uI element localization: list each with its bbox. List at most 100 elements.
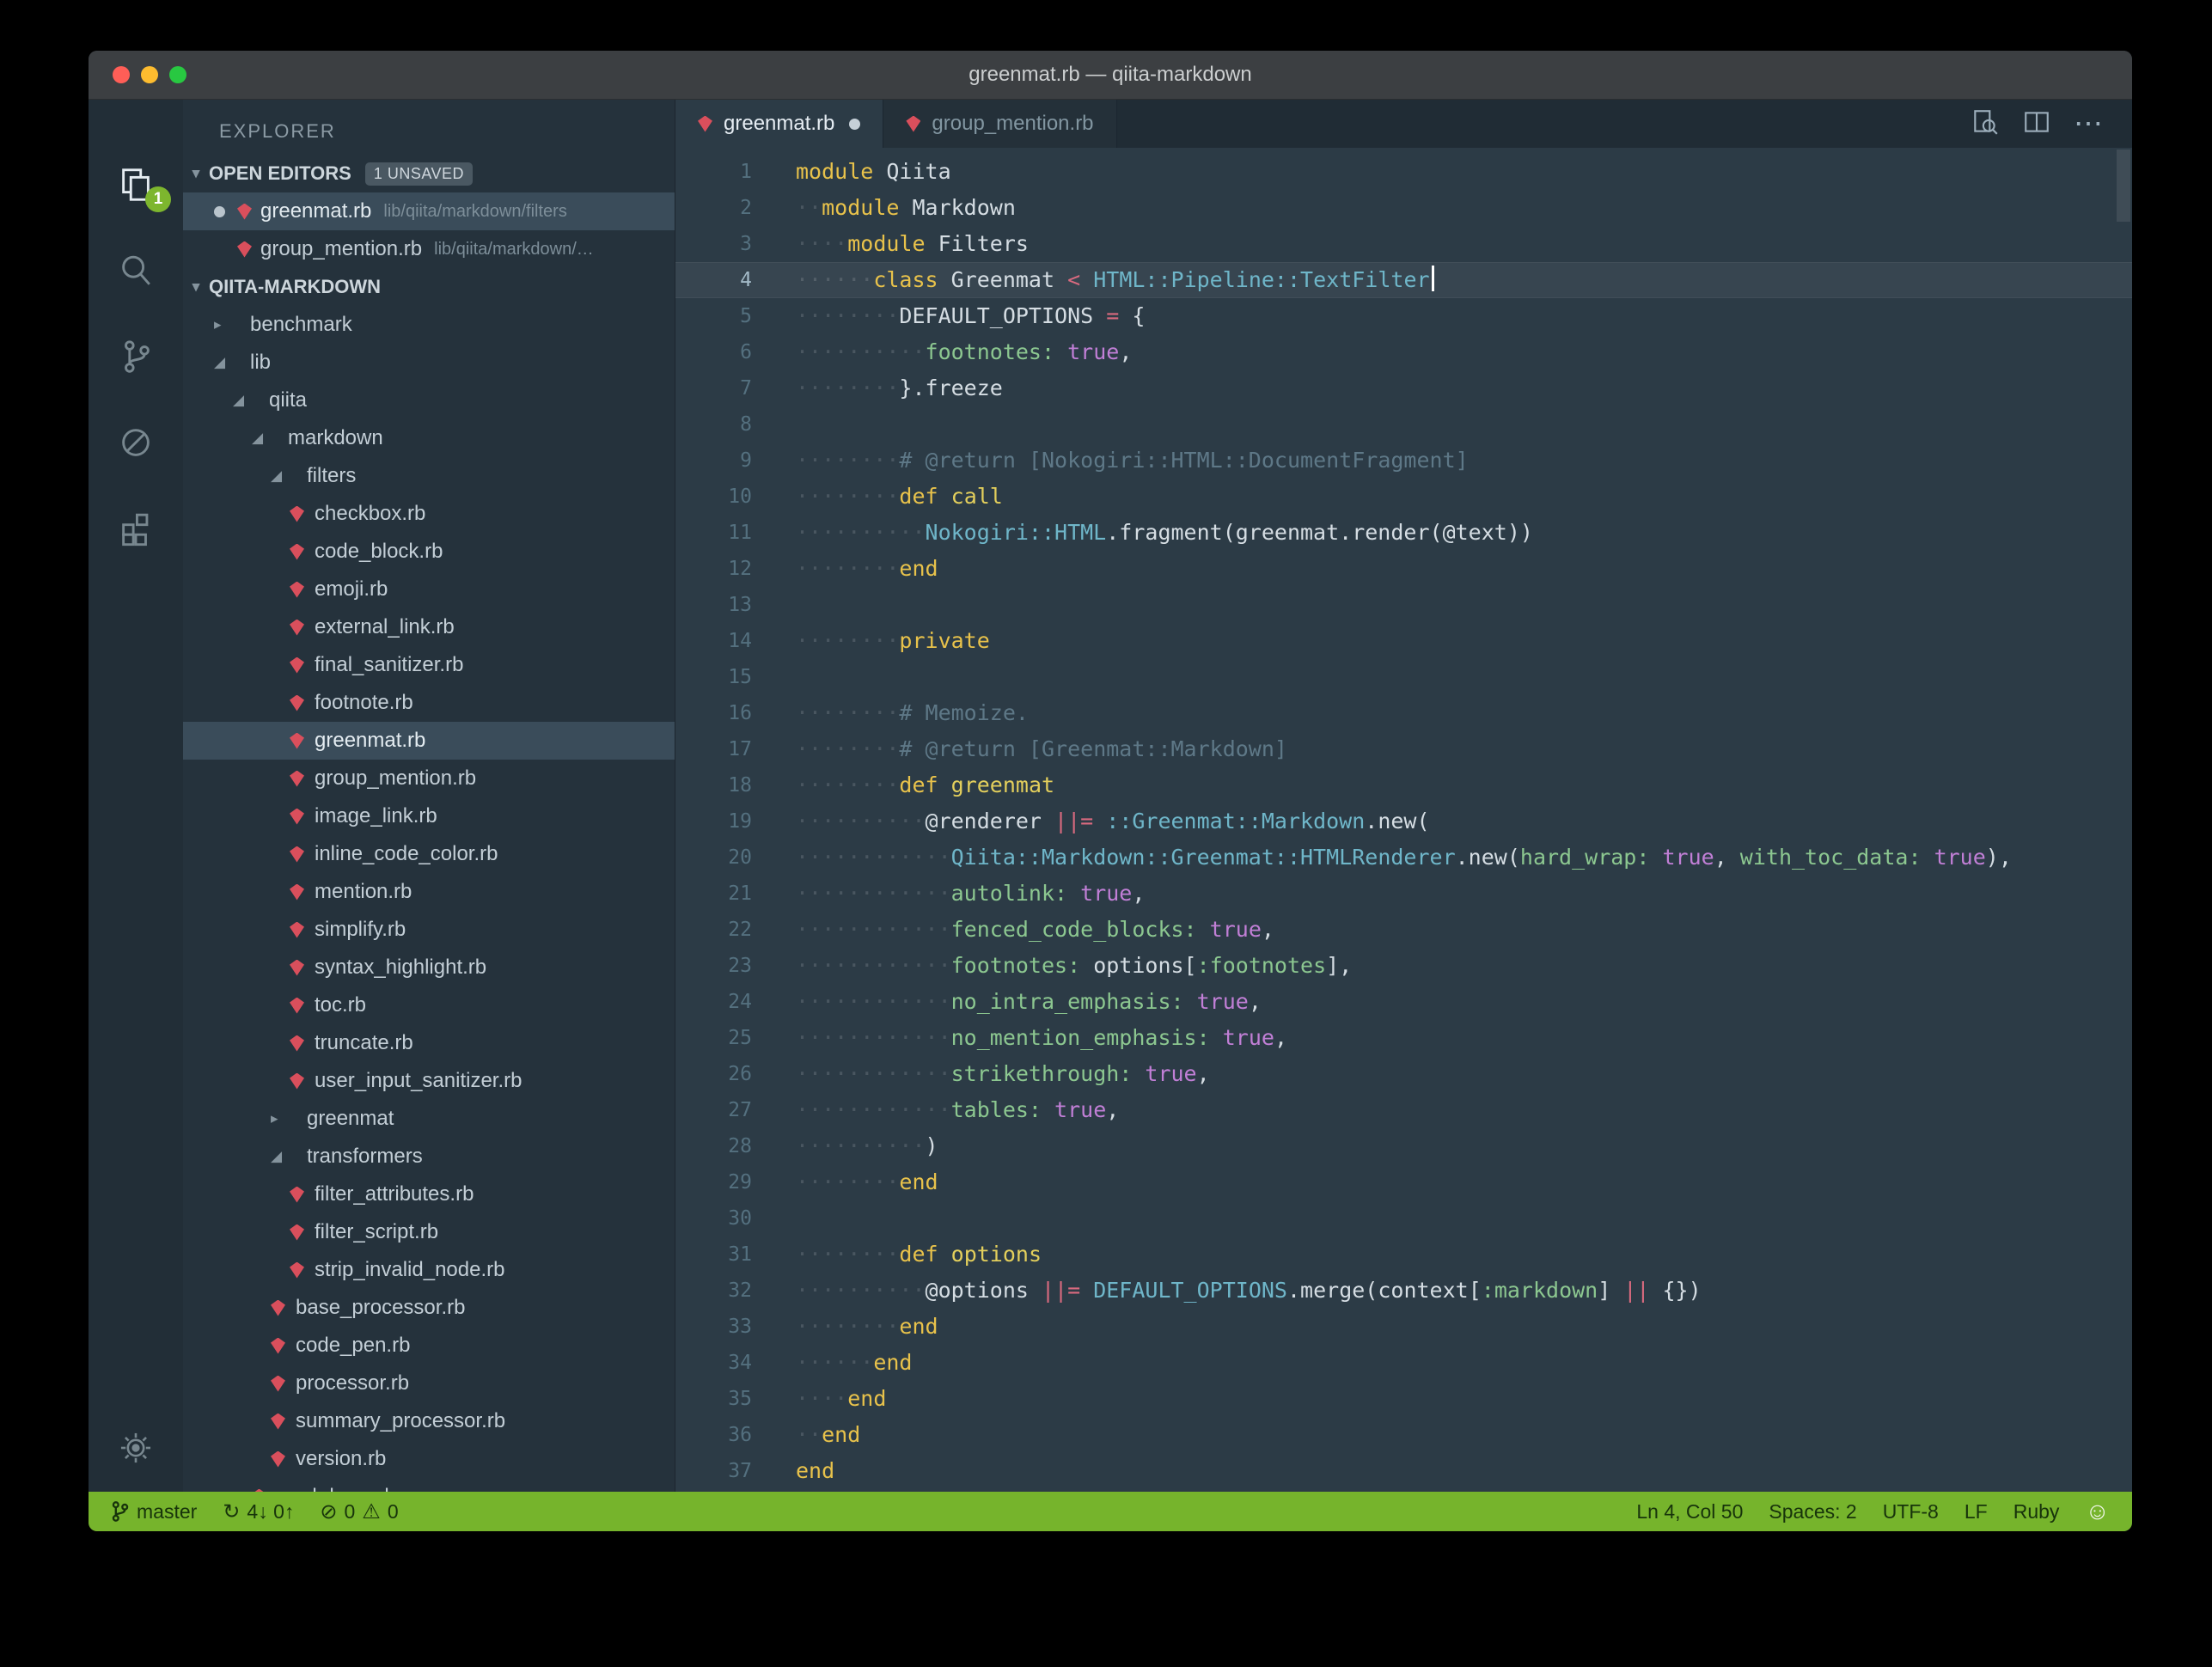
line-number: 25 xyxy=(675,1020,752,1056)
tree-item-greenmat[interactable]: ▸greenmat xyxy=(183,1100,675,1138)
ruby-file-icon xyxy=(290,1035,304,1052)
encoding[interactable]: UTF-8 xyxy=(1883,1500,1939,1524)
activity-debug[interactable] xyxy=(89,400,183,485)
code-line[interactable]: 8 xyxy=(675,406,2132,443)
code-line[interactable]: 17········# @return [Greenmat::Markdown] xyxy=(675,731,2132,767)
item-label: truncate.rb xyxy=(315,1031,413,1055)
tree-item-greenmat.rb[interactable]: greenmat.rb xyxy=(183,722,675,760)
language-mode[interactable]: Ruby xyxy=(2013,1500,2060,1524)
code-line[interactable]: 28··········) xyxy=(675,1128,2132,1164)
code-line[interactable]: 21············autolink: true, xyxy=(675,876,2132,912)
tree-item-markdown[interactable]: ◢markdown xyxy=(183,419,675,457)
git-branch-status[interactable]: master xyxy=(111,1500,197,1524)
tree-item-benchmark[interactable]: ▸benchmark xyxy=(183,306,675,344)
code-line[interactable]: 5········DEFAULT_OPTIONS = { xyxy=(675,298,2132,334)
open-editor-item[interactable]: group_mention.rblib/qiita/markdown/… xyxy=(183,230,675,268)
code-line[interactable]: 4······class Greenmat < HTML::Pipeline::… xyxy=(675,262,2132,298)
tree-item-toc.rb[interactable]: toc.rb xyxy=(183,986,675,1024)
tree-item-image_link.rb[interactable]: image_link.rb xyxy=(183,797,675,835)
tree-item-mention.rb[interactable]: mention.rb xyxy=(183,873,675,911)
tree-item-markdown.rb[interactable]: markdown.rb xyxy=(183,1478,675,1492)
line-number: 30 xyxy=(675,1200,752,1237)
code-line[interactable]: 34······end xyxy=(675,1345,2132,1381)
cursor-position[interactable]: Ln 4, Col 50 xyxy=(1636,1500,1743,1524)
title-bar[interactable]: greenmat.rb — qiita-markdown xyxy=(89,51,2132,100)
tree-item-qiita[interactable]: ◢qiita xyxy=(183,382,675,419)
tree-item-code_block.rb[interactable]: code_block.rb xyxy=(183,533,675,571)
problems-status[interactable]: ⊘ 0 ⚠ 0 xyxy=(320,1499,398,1524)
code-line[interactable]: 33········end xyxy=(675,1309,2132,1345)
open-editors-header[interactable]: ▾ OPEN EDITORS 1 UNSAVED xyxy=(183,155,675,192)
code-line[interactable]: 23············footnotes: options[:footno… xyxy=(675,948,2132,984)
code-line[interactable]: 37end xyxy=(675,1453,2132,1489)
tree-item-final_sanitizer.rb[interactable]: final_sanitizer.rb xyxy=(183,646,675,684)
tree-item-processor.rb[interactable]: processor.rb xyxy=(183,1365,675,1402)
code-line[interactable]: 30 xyxy=(675,1200,2132,1237)
more-actions-icon[interactable]: ⋯ xyxy=(2074,115,2103,132)
open-editor-item[interactable]: greenmat.rblib/qiita/markdown/filters xyxy=(183,192,675,230)
project-header[interactable]: ▾ QIITA-MARKDOWN xyxy=(183,268,675,306)
tree-item-version.rb[interactable]: version.rb xyxy=(183,1440,675,1478)
tree-item-truncate.rb[interactable]: truncate.rb xyxy=(183,1024,675,1062)
tab-greenmat.rb[interactable]: greenmat.rb xyxy=(675,100,883,148)
code-line[interactable]: 13 xyxy=(675,587,2132,623)
tree-item-checkbox.rb[interactable]: checkbox.rb xyxy=(183,495,675,533)
code-line[interactable]: 25············no_mention_emphasis: true, xyxy=(675,1020,2132,1056)
open-preview-button[interactable] xyxy=(1971,107,2000,141)
code-line[interactable]: 32··········@options ||= DEFAULT_OPTIONS… xyxy=(675,1273,2132,1309)
code-line[interactable]: 14········private xyxy=(675,623,2132,659)
tree-item-code_pen.rb[interactable]: code_pen.rb xyxy=(183,1327,675,1365)
activity-source-control[interactable] xyxy=(89,314,183,400)
code-line[interactable]: 19··········@renderer ||= ::Greenmat::Ma… xyxy=(675,803,2132,840)
tree-item-emoji.rb[interactable]: emoji.rb xyxy=(183,571,675,608)
tree-item-summary_processor.rb[interactable]: summary_processor.rb xyxy=(183,1402,675,1440)
code-line[interactable]: 24············no_intra_emphasis: true, xyxy=(675,984,2132,1020)
tab-group_mention.rb[interactable]: group_mention.rb xyxy=(883,100,1116,148)
feedback-smiley-icon[interactable]: ☺ xyxy=(2085,1498,2110,1525)
code-line[interactable]: 22············fenced_code_blocks: true, xyxy=(675,912,2132,948)
code-line[interactable]: 1module Qiita xyxy=(675,154,2132,190)
code-line[interactable]: 3····module Filters xyxy=(675,226,2132,262)
code-line[interactable]: 18········def greenmat xyxy=(675,767,2132,803)
tree-item-strip_invalid_node.rb[interactable]: strip_invalid_node.rb xyxy=(183,1251,675,1289)
code-line[interactable]: 27············tables: true, xyxy=(675,1092,2132,1128)
code-line[interactable]: 12········end xyxy=(675,551,2132,587)
tree-item-transformers[interactable]: ◢transformers xyxy=(183,1138,675,1175)
activity-explorer[interactable]: 1 xyxy=(89,142,183,228)
code-line[interactable]: 9········# @return [Nokogiri::HTML::Docu… xyxy=(675,443,2132,479)
code-line[interactable]: 15 xyxy=(675,659,2132,695)
code-line[interactable]: 26············strikethrough: true, xyxy=(675,1056,2132,1092)
code-line[interactable]: 16········# Memoize. xyxy=(675,695,2132,731)
tree-item-group_mention.rb[interactable]: group_mention.rb xyxy=(183,760,675,797)
tree-item-filter_script.rb[interactable]: filter_script.rb xyxy=(183,1213,675,1251)
code-line[interactable]: 31········def options xyxy=(675,1237,2132,1273)
split-editor-button[interactable] xyxy=(2022,107,2051,141)
code-line[interactable]: 11··········Nokogiri::HTML.fragment(gree… xyxy=(675,515,2132,551)
tree-item-filters[interactable]: ◢filters xyxy=(183,457,675,495)
code-line[interactable]: 29········end xyxy=(675,1164,2132,1200)
tree-item-lib[interactable]: ◢lib xyxy=(183,344,675,382)
code-line[interactable]: 6··········footnotes: true, xyxy=(675,334,2132,370)
code-line[interactable]: 35····end xyxy=(675,1381,2132,1417)
code-line[interactable]: 2··module Markdown xyxy=(675,190,2132,226)
activity-extensions[interactable] xyxy=(89,485,183,571)
tree-item-base_processor.rb[interactable]: base_processor.rb xyxy=(183,1289,675,1327)
tree-item-footnote.rb[interactable]: footnote.rb xyxy=(183,684,675,722)
code-line[interactable]: 7········}.freeze xyxy=(675,370,2132,406)
code-line[interactable]: 20············Qiita::Markdown::Greenmat:… xyxy=(675,840,2132,876)
sync-status[interactable]: ↻ 4↓ 0↑ xyxy=(223,1499,294,1524)
tree-item-filter_attributes.rb[interactable]: filter_attributes.rb xyxy=(183,1175,675,1213)
tree-item-simplify.rb[interactable]: simplify.rb xyxy=(183,911,675,949)
activity-settings[interactable] xyxy=(89,1409,183,1487)
scrollbar-thumb[interactable] xyxy=(2117,150,2130,222)
code-line[interactable]: 36··end xyxy=(675,1417,2132,1453)
tree-item-user_input_sanitizer.rb[interactable]: user_input_sanitizer.rb xyxy=(183,1062,675,1100)
code-line[interactable]: 10········def call xyxy=(675,479,2132,515)
window-title: greenmat.rb — qiita-markdown xyxy=(89,51,2132,99)
tree-item-external_link.rb[interactable]: external_link.rb xyxy=(183,608,675,646)
activity-search[interactable] xyxy=(89,228,183,314)
tree-item-syntax_highlight.rb[interactable]: syntax_highlight.rb xyxy=(183,949,675,986)
eol-indicator[interactable]: LF xyxy=(1965,1500,1988,1524)
indentation[interactable]: Spaces: 2 xyxy=(1769,1500,1856,1524)
tree-item-inline_code_color.rb[interactable]: inline_code_color.rb xyxy=(183,835,675,873)
